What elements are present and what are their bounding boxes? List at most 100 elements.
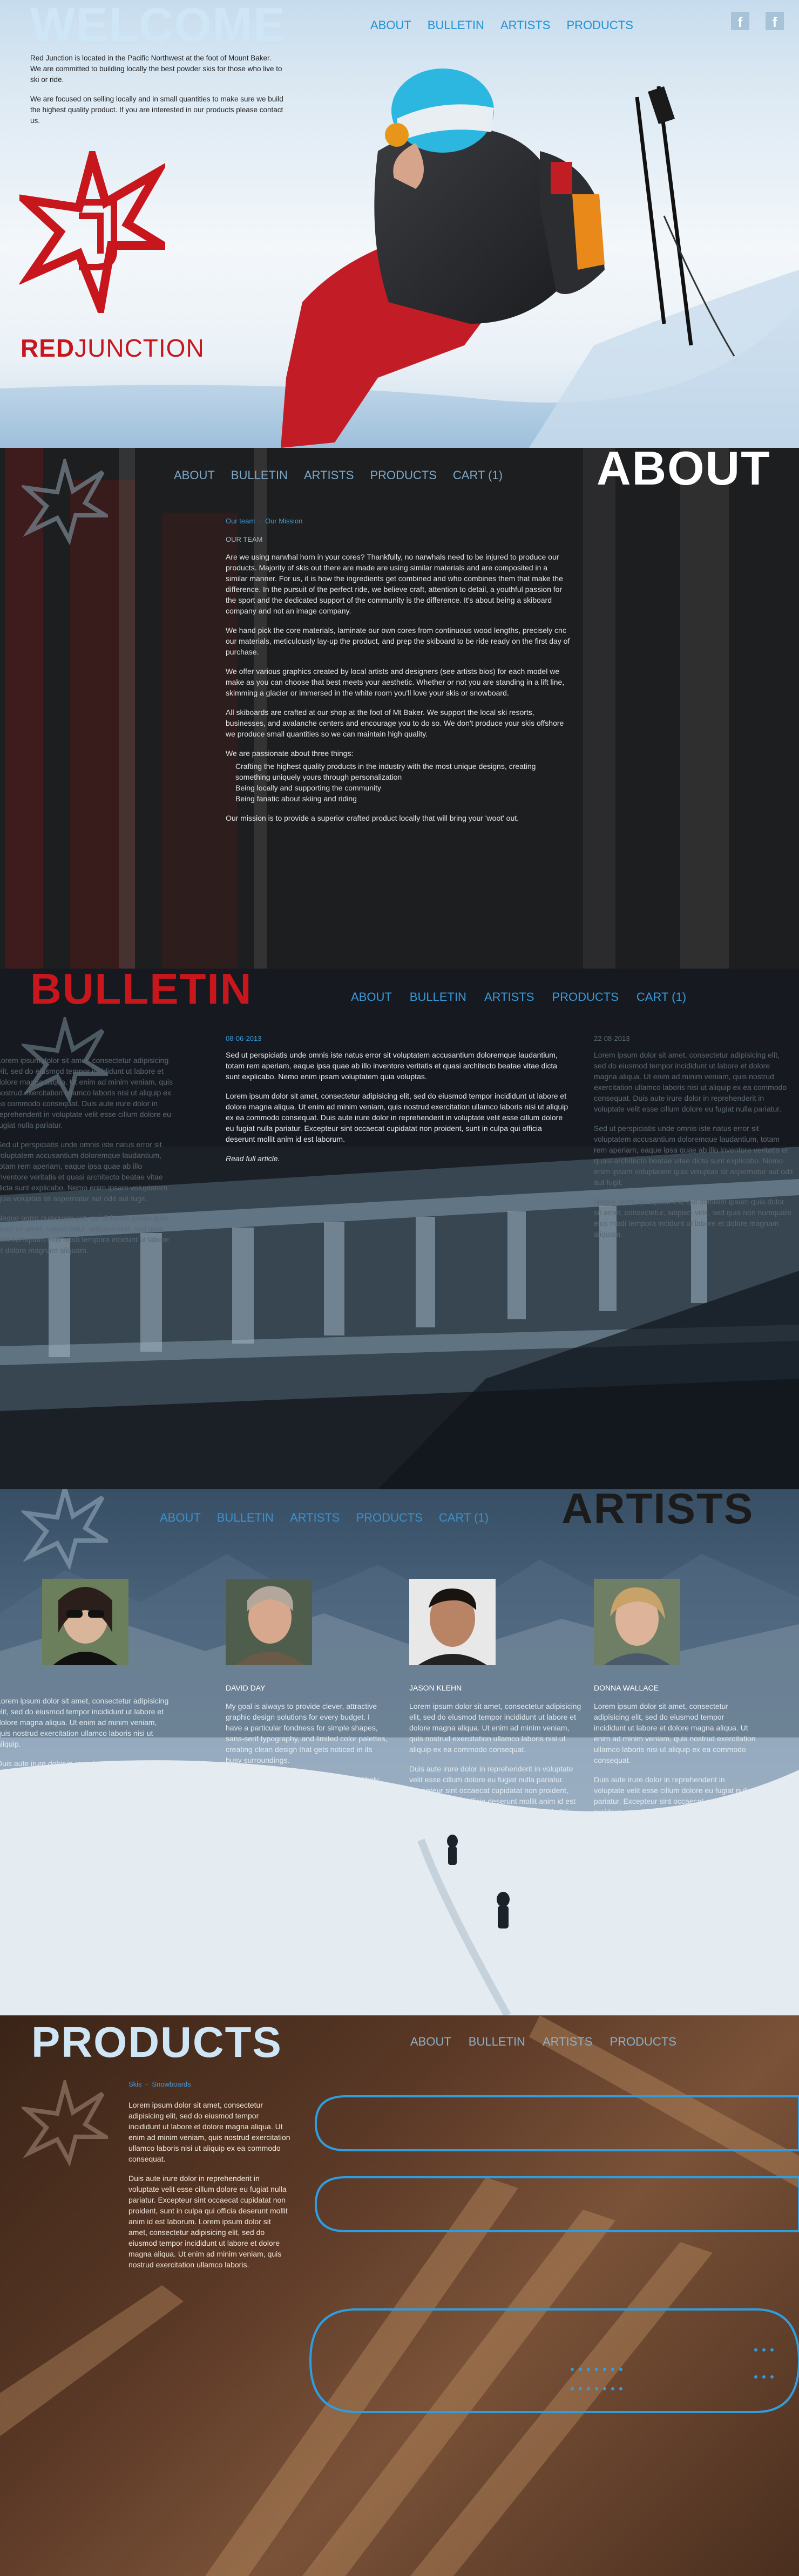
nav-bulletin[interactable]: BULLETIN bbox=[231, 468, 288, 482]
facebook-icon[interactable]: f bbox=[731, 12, 749, 30]
artist-photo[interactable] bbox=[226, 1579, 312, 1665]
artist-name: DONNA WALLACE bbox=[594, 1684, 659, 1692]
bulletin-prev-column: Lorem ipsum dolor sit amet, consectetur … bbox=[0, 1055, 175, 1256]
brand-junction-text: JUNCTION bbox=[75, 334, 205, 362]
nav-cart[interactable]: CART (1) bbox=[453, 468, 503, 482]
nav-bulletin[interactable]: BULLETIN bbox=[469, 2035, 525, 2049]
artist-bio: Lorem ipsum dolor sit amet, consectetur … bbox=[594, 1701, 756, 1839]
artist-bio-paragraph: Lorem ipsum dolor sit amet, consectetur … bbox=[594, 1702, 756, 1764]
nav-about[interactable]: ABOUT bbox=[410, 2035, 451, 2049]
bulletin-date: 08-06-2013 bbox=[226, 1034, 262, 1042]
nav-about[interactable]: ABOUT bbox=[174, 468, 215, 482]
read-more-link[interactable]: Read full article. bbox=[226, 1153, 571, 1164]
artist-bio: Lorem ipsum dolor sit amet, consectetur … bbox=[0, 1695, 170, 1844]
bulletin-nav: ABOUT BULLETIN ARTISTS PRODUCTS CART (1) bbox=[351, 990, 704, 1004]
artist-bio-paragraph: Lorem ipsum dolor sit amet, consectetur … bbox=[0, 1696, 169, 1748]
artist-bio-paragraph: My goal is always to provide clever, att… bbox=[226, 1702, 388, 1764]
welcome-intro: Red Junction is located in the Pacific N… bbox=[30, 53, 284, 135]
welcome-nav: ABOUT BULLETIN ARTISTS PRODUCTS bbox=[370, 18, 649, 32]
breadcrumb-snowboards[interactable]: Snowboards bbox=[152, 2080, 191, 2088]
products-title: PRODUCTS bbox=[31, 2018, 282, 2066]
about-content: Our team · Our Mission OUR TEAM Are we u… bbox=[226, 516, 571, 832]
breadcrumb-skis[interactable]: Skis bbox=[128, 2080, 142, 2088]
artist-photo[interactable] bbox=[409, 1579, 496, 1665]
about-heading: OUR TEAM bbox=[226, 535, 263, 543]
about-list: Crafting the highest quality products in… bbox=[226, 761, 571, 804]
nav-bulletin[interactable]: BULLETIN bbox=[428, 18, 484, 32]
bulletin-side-paragraph: Sed ut perspiciatis unde omnis iste natu… bbox=[0, 1140, 167, 1203]
nav-cart[interactable]: CART (1) bbox=[637, 990, 686, 1004]
about-title: ABOUT bbox=[597, 448, 771, 495]
nav-products[interactable]: PRODUCTS bbox=[370, 468, 436, 482]
star-logo-icon bbox=[22, 1489, 108, 1570]
artist-bio-paragraph: Duis aute irure dolor in reprehenderit i… bbox=[409, 1764, 575, 1827]
nav-artists[interactable]: ARTISTS bbox=[484, 990, 534, 1004]
facebook-icon[interactable]: f bbox=[766, 12, 784, 30]
nav-about[interactable]: ABOUT bbox=[351, 990, 392, 1004]
bulletin-side-paragraph: Neque porro quisquam est, qui dolorem ip… bbox=[0, 1214, 170, 1255]
about-list-intro: We are passionate about three things: bbox=[226, 749, 354, 758]
about-mission: Our mission is to provide a superior cra… bbox=[226, 814, 519, 822]
star-logo-icon bbox=[22, 459, 108, 545]
bulletin-side-paragraph: Sed ut perspiciatis unde omnis iste natu… bbox=[594, 1124, 793, 1187]
artist-card: DAVID DAY My goal is always to provide c… bbox=[226, 1579, 388, 1848]
list-item: Being locally and supporting the communi… bbox=[235, 783, 382, 792]
brand-red-text: RED bbox=[21, 334, 75, 362]
artist-bio-paragraph: Lorem ipsum dolor sit amet, consectetur … bbox=[409, 1702, 581, 1754]
welcome-section: WELCOME ABOUT BULLETIN ARTISTS PRODUCTS … bbox=[0, 0, 799, 448]
artist-card: JASON KLEHN Lorem ipsum dolor sit amet, … bbox=[409, 1579, 582, 1837]
artist-bio: My goal is always to provide clever, att… bbox=[226, 1701, 388, 1839]
nav-about[interactable]: ABOUT bbox=[370, 18, 411, 32]
nav-products[interactable]: PRODUCTS bbox=[552, 990, 618, 1004]
breadcrumb-our-team[interactable]: Our team bbox=[226, 517, 255, 525]
nav-artists[interactable]: ARTISTS bbox=[543, 2035, 593, 2049]
brand-wordmark: REDJUNCTION bbox=[21, 333, 205, 363]
artist-photo[interactable] bbox=[594, 1579, 680, 1665]
products-breadcrumb: Skis · Snowboards bbox=[128, 2080, 191, 2088]
nav-products[interactable]: PRODUCTS bbox=[356, 1511, 422, 1525]
artists-section: ABOUT BULLETIN ARTISTS PRODUCTS CART (1)… bbox=[0, 1489, 799, 2015]
products-nav: ABOUT BULLETIN ARTISTS PRODUCTS bbox=[410, 2035, 694, 2049]
about-paragraph: All skiboards are crafted at our shop at… bbox=[226, 708, 564, 738]
artist-bio-paragraph: Duis aute irure dolor in reprehenderit i… bbox=[0, 1759, 170, 1843]
welcome-title: WELCOME bbox=[30, 0, 286, 51]
products-wood-backdrop bbox=[0, 2015, 799, 2576]
nav-cart[interactable]: CART (1) bbox=[439, 1511, 489, 1525]
nav-artists[interactable]: ARTISTS bbox=[290, 1511, 340, 1525]
nav-products[interactable]: PRODUCTS bbox=[610, 2035, 676, 2049]
bulletin-side-paragraph: Lorem ipsum dolor sit amet, consectetur … bbox=[594, 1051, 787, 1113]
about-paragraph: We hand pick the core materials, laminat… bbox=[226, 626, 570, 656]
products-content: Skis · Snowboards Lorem ipsum dolor sit … bbox=[128, 2079, 290, 2279]
intro-paragraph: Red Junction is located in the Pacific N… bbox=[30, 54, 282, 84]
breadcrumb-our-mission[interactable]: Our Mission bbox=[265, 517, 302, 525]
nav-artists[interactable]: ARTISTS bbox=[304, 468, 354, 482]
about-paragraph: Are we using narwhal horn in your cores?… bbox=[226, 553, 563, 615]
artists-title: ARTISTS bbox=[561, 1489, 754, 1532]
nav-bulletin[interactable]: BULLETIN bbox=[410, 990, 466, 1004]
artist-name: JASON KLEHN bbox=[409, 1684, 462, 1692]
bulletin-title: BULLETIN bbox=[30, 969, 253, 1013]
artist-name: DAVID DAY bbox=[226, 1684, 266, 1692]
bulletin-next-date: 22-08-2013 bbox=[594, 1034, 630, 1042]
bulletin-paragraph: Sed ut perspiciatis unde omnis iste natu… bbox=[226, 1051, 558, 1081]
about-breadcrumb: Our team · Our Mission bbox=[226, 517, 303, 525]
products-paragraph: Lorem ipsum dolor sit amet, consectetur … bbox=[128, 2101, 290, 2163]
artist-photo[interactable] bbox=[42, 1579, 128, 1665]
artists-nav: ABOUT BULLETIN ARTISTS PRODUCTS CART (1) bbox=[160, 1511, 505, 1525]
artist-bio: Lorem ipsum dolor sit amet, consectetur … bbox=[409, 1701, 582, 1828]
nav-products[interactable]: PRODUCTS bbox=[566, 18, 633, 32]
artist-bio-paragraph: When I'm not designing for you I'm most … bbox=[226, 1775, 384, 1838]
intro-paragraph: We are focused on selling locally and in… bbox=[30, 95, 283, 125]
bulletin-next-column: 22-08-2013 Lorem ipsum dolor sit amet, c… bbox=[594, 1033, 794, 1239]
nav-about[interactable]: ABOUT bbox=[160, 1511, 201, 1525]
about-paragraph: We offer various graphics created by loc… bbox=[226, 667, 565, 697]
artist-bio-paragraph: Duis aute irure dolor in reprehenderit i… bbox=[594, 1775, 753, 1838]
products-section: PRODUCTS ABOUT BULLETIN ARTISTS PRODUCTS… bbox=[0, 2015, 799, 2576]
products-paragraph: Duis aute irure dolor in reprehenderit i… bbox=[128, 2174, 288, 2269]
bulletin-post: 08-06-2013 Sed ut perspiciatis unde omni… bbox=[226, 1033, 571, 1164]
nav-artists[interactable]: ARTISTS bbox=[500, 18, 551, 32]
nav-bulletin[interactable]: BULLETIN bbox=[217, 1511, 274, 1525]
star-logo-icon bbox=[19, 151, 165, 313]
bulletin-side-paragraph: Neque porro quisquam est, qui dolorem ip… bbox=[594, 1197, 791, 1238]
bulletin-side-paragraph: Lorem ipsum dolor sit amet, consectetur … bbox=[0, 1056, 173, 1129]
